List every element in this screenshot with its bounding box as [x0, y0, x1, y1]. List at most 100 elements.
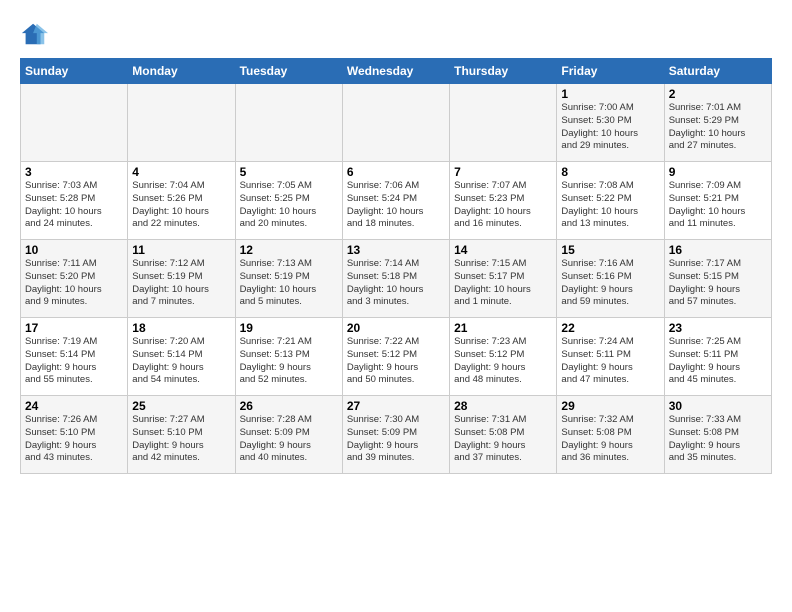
day-info: Sunrise: 7:11 AM Sunset: 5:20 PM Dayligh…	[25, 258, 123, 309]
day-info: Sunrise: 7:20 AM Sunset: 5:14 PM Dayligh…	[132, 336, 230, 387]
day-info: Sunrise: 7:12 AM Sunset: 5:19 PM Dayligh…	[132, 258, 230, 309]
weekday-header-saturday: Saturday	[664, 59, 771, 84]
day-info: Sunrise: 7:31 AM Sunset: 5:08 PM Dayligh…	[454, 414, 552, 465]
week-row-3: 10Sunrise: 7:11 AM Sunset: 5:20 PM Dayli…	[21, 240, 772, 318]
weekday-header-tuesday: Tuesday	[235, 59, 342, 84]
day-cell: 14Sunrise: 7:15 AM Sunset: 5:17 PM Dayli…	[450, 240, 557, 318]
day-number: 4	[132, 165, 230, 179]
day-info: Sunrise: 7:08 AM Sunset: 5:22 PM Dayligh…	[561, 180, 659, 231]
day-cell: 26Sunrise: 7:28 AM Sunset: 5:09 PM Dayli…	[235, 396, 342, 474]
day-number: 12	[240, 243, 338, 257]
day-cell: 25Sunrise: 7:27 AM Sunset: 5:10 PM Dayli…	[128, 396, 235, 474]
day-number: 6	[347, 165, 445, 179]
logo	[20, 20, 52, 48]
day-info: Sunrise: 7:27 AM Sunset: 5:10 PM Dayligh…	[132, 414, 230, 465]
day-number: 3	[25, 165, 123, 179]
day-info: Sunrise: 7:16 AM Sunset: 5:16 PM Dayligh…	[561, 258, 659, 309]
day-cell: 20Sunrise: 7:22 AM Sunset: 5:12 PM Dayli…	[342, 318, 449, 396]
day-cell: 6Sunrise: 7:06 AM Sunset: 5:24 PM Daylig…	[342, 162, 449, 240]
day-info: Sunrise: 7:19 AM Sunset: 5:14 PM Dayligh…	[25, 336, 123, 387]
header	[20, 20, 772, 48]
week-row-4: 17Sunrise: 7:19 AM Sunset: 5:14 PM Dayli…	[21, 318, 772, 396]
day-cell	[21, 84, 128, 162]
day-cell: 29Sunrise: 7:32 AM Sunset: 5:08 PM Dayli…	[557, 396, 664, 474]
weekday-header-friday: Friday	[557, 59, 664, 84]
day-info: Sunrise: 7:21 AM Sunset: 5:13 PM Dayligh…	[240, 336, 338, 387]
day-info: Sunrise: 7:00 AM Sunset: 5:30 PM Dayligh…	[561, 102, 659, 153]
day-cell: 10Sunrise: 7:11 AM Sunset: 5:20 PM Dayli…	[21, 240, 128, 318]
day-cell: 4Sunrise: 7:04 AM Sunset: 5:26 PM Daylig…	[128, 162, 235, 240]
weekday-header-row: SundayMondayTuesdayWednesdayThursdayFrid…	[21, 59, 772, 84]
day-cell: 19Sunrise: 7:21 AM Sunset: 5:13 PM Dayli…	[235, 318, 342, 396]
day-cell: 8Sunrise: 7:08 AM Sunset: 5:22 PM Daylig…	[557, 162, 664, 240]
day-cell: 18Sunrise: 7:20 AM Sunset: 5:14 PM Dayli…	[128, 318, 235, 396]
page-container: SundayMondayTuesdayWednesdayThursdayFrid…	[0, 0, 792, 484]
weekday-header-sunday: Sunday	[21, 59, 128, 84]
day-cell: 3Sunrise: 7:03 AM Sunset: 5:28 PM Daylig…	[21, 162, 128, 240]
day-cell: 23Sunrise: 7:25 AM Sunset: 5:11 PM Dayli…	[664, 318, 771, 396]
week-row-5: 24Sunrise: 7:26 AM Sunset: 5:10 PM Dayli…	[21, 396, 772, 474]
day-cell	[450, 84, 557, 162]
day-cell: 9Sunrise: 7:09 AM Sunset: 5:21 PM Daylig…	[664, 162, 771, 240]
week-row-2: 3Sunrise: 7:03 AM Sunset: 5:28 PM Daylig…	[21, 162, 772, 240]
day-info: Sunrise: 7:26 AM Sunset: 5:10 PM Dayligh…	[25, 414, 123, 465]
day-cell: 22Sunrise: 7:24 AM Sunset: 5:11 PM Dayli…	[557, 318, 664, 396]
day-cell: 21Sunrise: 7:23 AM Sunset: 5:12 PM Dayli…	[450, 318, 557, 396]
day-info: Sunrise: 7:04 AM Sunset: 5:26 PM Dayligh…	[132, 180, 230, 231]
day-cell: 15Sunrise: 7:16 AM Sunset: 5:16 PM Dayli…	[557, 240, 664, 318]
day-cell	[342, 84, 449, 162]
day-number: 22	[561, 321, 659, 335]
day-info: Sunrise: 7:33 AM Sunset: 5:08 PM Dayligh…	[669, 414, 767, 465]
day-info: Sunrise: 7:13 AM Sunset: 5:19 PM Dayligh…	[240, 258, 338, 309]
day-number: 28	[454, 399, 552, 413]
calendar-table: SundayMondayTuesdayWednesdayThursdayFrid…	[20, 58, 772, 474]
day-info: Sunrise: 7:24 AM Sunset: 5:11 PM Dayligh…	[561, 336, 659, 387]
day-number: 19	[240, 321, 338, 335]
day-info: Sunrise: 7:03 AM Sunset: 5:28 PM Dayligh…	[25, 180, 123, 231]
day-info: Sunrise: 7:01 AM Sunset: 5:29 PM Dayligh…	[669, 102, 767, 153]
day-info: Sunrise: 7:15 AM Sunset: 5:17 PM Dayligh…	[454, 258, 552, 309]
day-number: 11	[132, 243, 230, 257]
day-number: 23	[669, 321, 767, 335]
day-info: Sunrise: 7:06 AM Sunset: 5:24 PM Dayligh…	[347, 180, 445, 231]
day-number: 24	[25, 399, 123, 413]
day-info: Sunrise: 7:05 AM Sunset: 5:25 PM Dayligh…	[240, 180, 338, 231]
day-number: 26	[240, 399, 338, 413]
weekday-header-monday: Monday	[128, 59, 235, 84]
day-cell: 13Sunrise: 7:14 AM Sunset: 5:18 PM Dayli…	[342, 240, 449, 318]
day-cell	[235, 84, 342, 162]
day-number: 5	[240, 165, 338, 179]
day-number: 14	[454, 243, 552, 257]
day-cell: 30Sunrise: 7:33 AM Sunset: 5:08 PM Dayli…	[664, 396, 771, 474]
logo-icon	[20, 20, 48, 48]
day-info: Sunrise: 7:23 AM Sunset: 5:12 PM Dayligh…	[454, 336, 552, 387]
day-cell	[128, 84, 235, 162]
day-number: 7	[454, 165, 552, 179]
day-number: 21	[454, 321, 552, 335]
day-number: 15	[561, 243, 659, 257]
day-number: 9	[669, 165, 767, 179]
day-info: Sunrise: 7:28 AM Sunset: 5:09 PM Dayligh…	[240, 414, 338, 465]
day-number: 27	[347, 399, 445, 413]
day-cell: 28Sunrise: 7:31 AM Sunset: 5:08 PM Dayli…	[450, 396, 557, 474]
day-info: Sunrise: 7:17 AM Sunset: 5:15 PM Dayligh…	[669, 258, 767, 309]
day-number: 25	[132, 399, 230, 413]
day-number: 1	[561, 87, 659, 101]
day-cell: 24Sunrise: 7:26 AM Sunset: 5:10 PM Dayli…	[21, 396, 128, 474]
day-info: Sunrise: 7:07 AM Sunset: 5:23 PM Dayligh…	[454, 180, 552, 231]
day-info: Sunrise: 7:25 AM Sunset: 5:11 PM Dayligh…	[669, 336, 767, 387]
week-row-1: 1Sunrise: 7:00 AM Sunset: 5:30 PM Daylig…	[21, 84, 772, 162]
day-cell: 7Sunrise: 7:07 AM Sunset: 5:23 PM Daylig…	[450, 162, 557, 240]
day-info: Sunrise: 7:32 AM Sunset: 5:08 PM Dayligh…	[561, 414, 659, 465]
day-info: Sunrise: 7:22 AM Sunset: 5:12 PM Dayligh…	[347, 336, 445, 387]
day-info: Sunrise: 7:14 AM Sunset: 5:18 PM Dayligh…	[347, 258, 445, 309]
day-cell: 27Sunrise: 7:30 AM Sunset: 5:09 PM Dayli…	[342, 396, 449, 474]
day-number: 16	[669, 243, 767, 257]
day-number: 20	[347, 321, 445, 335]
weekday-header-thursday: Thursday	[450, 59, 557, 84]
day-cell: 1Sunrise: 7:00 AM Sunset: 5:30 PM Daylig…	[557, 84, 664, 162]
day-number: 29	[561, 399, 659, 413]
day-cell: 12Sunrise: 7:13 AM Sunset: 5:19 PM Dayli…	[235, 240, 342, 318]
day-cell: 5Sunrise: 7:05 AM Sunset: 5:25 PM Daylig…	[235, 162, 342, 240]
day-cell: 17Sunrise: 7:19 AM Sunset: 5:14 PM Dayli…	[21, 318, 128, 396]
